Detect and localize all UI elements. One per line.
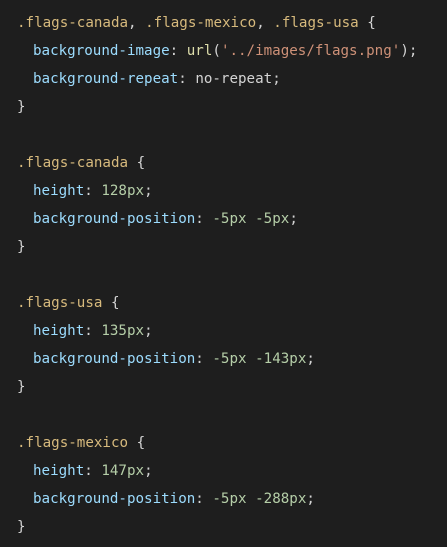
close-brace: }: [17, 379, 26, 395]
number-value: 128: [101, 183, 127, 199]
code-line-1: .flags-canada, .flags-mexico, .flags-usa…: [17, 9, 447, 37]
colon: :: [178, 71, 187, 87]
unit: px: [229, 491, 247, 507]
function-name: url: [186, 43, 213, 59]
keyword-value: no-repeat: [195, 71, 273, 87]
open-brace: {: [136, 155, 146, 171]
string-value: '../images/flags.png': [220, 43, 401, 59]
number-value: -5: [212, 351, 230, 367]
colon: :: [195, 211, 204, 227]
open-brace: {: [136, 435, 146, 451]
unit: px: [229, 351, 247, 367]
unit: px: [126, 463, 145, 479]
property-name: height: [33, 323, 85, 339]
semicolon: ;: [144, 183, 153, 199]
number-value: -143: [255, 351, 290, 367]
code-line-3: background-repeat: no-repeat;: [17, 65, 447, 93]
selector: .flags-usa: [17, 295, 103, 311]
unit: px: [126, 323, 145, 339]
number-value: -5: [255, 211, 273, 227]
semicolon: ;: [289, 211, 298, 227]
close-brace: }: [17, 519, 26, 535]
code-line-18: background-position: -5px -288px;: [17, 485, 447, 513]
property-name: height: [33, 463, 85, 479]
selector: .flags-canada: [17, 15, 129, 31]
code-viewer: .flags-canada, .flags-mexico, .flags-usa…: [0, 0, 447, 547]
number-value: 147: [101, 463, 127, 479]
property-name: background-position: [33, 211, 196, 227]
close-paren: ): [400, 43, 409, 59]
code-line-7: height: 128px;: [17, 177, 447, 205]
colon: :: [84, 463, 93, 479]
comma: ,: [256, 15, 265, 31]
open-paren: (: [212, 43, 221, 59]
code-line-8: background-position: -5px -5px;: [17, 205, 447, 233]
comma: ,: [128, 15, 137, 31]
selector: .flags-usa: [273, 15, 359, 31]
code-line-12: height: 135px;: [17, 317, 447, 345]
colon: :: [169, 43, 179, 59]
code-line-16: .flags-mexico {: [17, 429, 447, 457]
semicolon: ;: [408, 43, 418, 59]
code-line-2: background-image: url('../images/flags.p…: [17, 37, 447, 65]
number-value: -5: [212, 491, 230, 507]
code-line-11: .flags-usa {: [17, 289, 447, 317]
code-line-14: }: [17, 373, 447, 401]
colon: :: [195, 491, 204, 507]
code-line-13: background-position: -5px -143px;: [17, 345, 447, 373]
number-value: -5: [212, 211, 230, 227]
unit: px: [289, 351, 307, 367]
close-brace: }: [17, 239, 26, 255]
unit: px: [126, 183, 145, 199]
semicolon: ;: [144, 463, 153, 479]
selector: .flags-mexico: [145, 15, 257, 31]
selector: .flags-mexico: [17, 435, 129, 451]
selector: .flags-canada: [17, 155, 129, 171]
property-name: height: [33, 183, 85, 199]
code-line-19: }: [17, 513, 447, 541]
close-brace: }: [17, 99, 26, 115]
colon: :: [84, 323, 93, 339]
semicolon: ;: [144, 323, 153, 339]
code-line-4: }: [17, 93, 447, 121]
code-line-9: }: [17, 233, 447, 261]
unit: px: [272, 211, 290, 227]
number-value: 135: [101, 323, 127, 339]
property-name: background-image: [33, 43, 170, 59]
number-value: -288: [255, 491, 290, 507]
open-brace: {: [110, 295, 120, 311]
open-brace: {: [367, 15, 376, 31]
semicolon: ;: [306, 491, 315, 507]
property-name: background-position: [33, 351, 196, 367]
code-line-17: height: 147px;: [17, 457, 447, 485]
property-name: background-repeat: [33, 71, 179, 87]
code-line-6: .flags-canada {: [17, 149, 447, 177]
semicolon: ;: [306, 351, 315, 367]
unit: px: [289, 491, 307, 507]
colon: :: [195, 351, 204, 367]
colon: :: [84, 183, 93, 199]
property-name: background-position: [33, 491, 196, 507]
semicolon: ;: [272, 71, 281, 87]
unit: px: [229, 211, 247, 227]
